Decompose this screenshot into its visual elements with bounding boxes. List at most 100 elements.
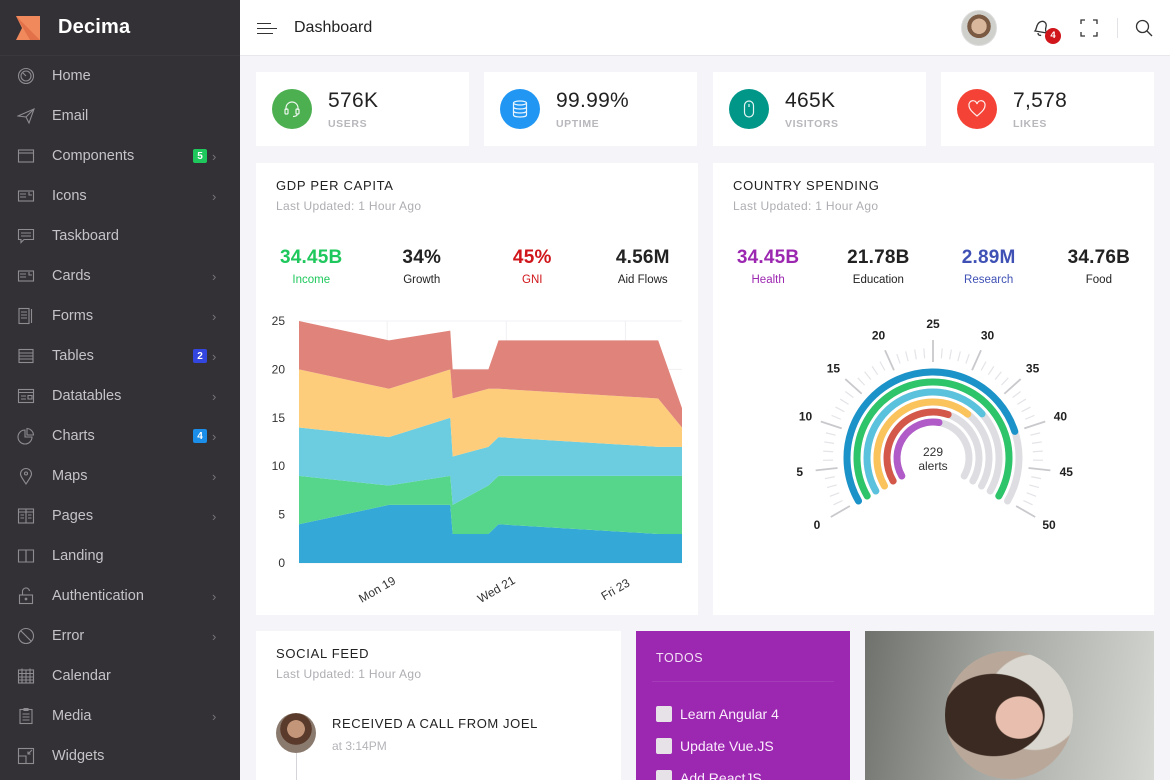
brand[interactable]: Decima (0, 0, 240, 56)
gauge-minor-tick (835, 406, 845, 413)
chevron-right-icon: › (212, 468, 217, 484)
x-tick-label: Mon 19 (356, 573, 398, 605)
sidebar-item-datatables[interactable]: Datatables › (0, 376, 240, 416)
gauge-minor-tick (825, 432, 836, 436)
gauge-minor-tick (1032, 450, 1043, 453)
gauge-tick-label: 40 (1054, 410, 1068, 424)
gauge-minor-tick (965, 353, 970, 364)
todo-label: Add ReactJS (680, 770, 762, 780)
stat-value: 99.99% (556, 88, 630, 112)
stat-card-users: 576K USERS (256, 72, 469, 146)
fullscreen-button[interactable] (1079, 18, 1099, 38)
todo-label: Update Vue.JS (680, 738, 774, 754)
feed-item[interactable]: RECEIVED A CALL FROM JOEL at 3:14PM (276, 713, 538, 753)
sidebar-item-label: Error (52, 628, 85, 644)
sidebar-item-forms[interactable]: Forms › (0, 296, 240, 336)
y-tick-label: 20 (272, 362, 286, 376)
stat-label: LIKES (1013, 117, 1047, 130)
brand-name: Decima (58, 16, 131, 38)
gauge-tick-label: 10 (799, 410, 813, 424)
gauge-minor-tick (1030, 432, 1041, 436)
y-tick-label: 25 (272, 314, 286, 328)
sidebar-item-maps[interactable]: Maps › (0, 456, 240, 496)
gauge-minor-tick (980, 361, 987, 371)
gauge-tick-label: 15 (827, 361, 841, 375)
sidebar-item-taskboard[interactable]: Taskboard (0, 216, 240, 256)
brand-logo-icon (16, 15, 40, 40)
gauge-minor-tick (1012, 391, 1021, 399)
open-book-icon (17, 547, 35, 565)
chevron-right-icon: › (212, 268, 217, 284)
gauge-minor-tick (824, 441, 835, 444)
sidebar-badge: 4 (193, 429, 207, 443)
gauge-minor-tick (839, 398, 849, 405)
profile-photo[interactable] (945, 651, 1073, 779)
sidebar-item-landing[interactable]: Landing (0, 536, 240, 576)
gauge-minor-tick (940, 348, 943, 359)
gauge-minor-tick (1026, 492, 1037, 497)
chevron-right-icon: › (212, 348, 217, 364)
menu-toggle-button[interactable] (257, 21, 277, 35)
sidebar-item-label: Icons (52, 188, 87, 204)
timeline-line (296, 753, 297, 780)
dashboard-gauge-icon (17, 67, 35, 85)
gauge-minor-tick (1023, 500, 1033, 506)
gauge-tick-label: 45 (1060, 465, 1074, 479)
sidebar-item-calendar[interactable]: Calendar (0, 656, 240, 696)
gauge-minor-tick (831, 414, 842, 420)
gauge-major-tick (830, 505, 851, 518)
sidebar: Decima Home Email Components 5 › Icons › Taskbo… (0, 0, 240, 780)
map-pin-icon (17, 467, 35, 485)
sidebar-item-icons[interactable]: Icons › (0, 176, 240, 216)
gauge-major-tick (971, 349, 982, 371)
stat-value: 7,578 (1013, 88, 1068, 112)
pie-chart-icon (17, 427, 35, 445)
sidebar-item-error[interactable]: Error › (0, 616, 240, 656)
todo-checkbox[interactable] (656, 706, 672, 722)
chevron-right-icon: › (212, 428, 217, 444)
sidebar-item-tables[interactable]: Tables 2 › (0, 336, 240, 376)
gauge-tick-label: 0 (814, 518, 821, 532)
sidebar-item-cards[interactable]: Cards › (0, 256, 240, 296)
sidebar-item-label: Home (52, 68, 91, 84)
gauge-minor-tick (896, 353, 901, 364)
todo-item[interactable]: Update Vue.JS (656, 738, 774, 754)
headset-icon (272, 89, 312, 129)
notifications-button[interactable]: 4 (1031, 18, 1061, 44)
gauge-minor-tick (1024, 414, 1035, 420)
sidebar-item-components[interactable]: Components 5 › (0, 136, 240, 176)
gauge-minor-tick (1017, 398, 1027, 405)
sidebar-item-label: Email (52, 108, 89, 124)
todo-item[interactable]: Learn Angular 4 (656, 706, 779, 722)
chat-bubble-icon (17, 227, 35, 245)
search-button[interactable] (1134, 18, 1154, 38)
user-avatar[interactable] (961, 9, 997, 46)
gauge-major-tick (1024, 420, 1046, 430)
todo-checkbox[interactable] (656, 770, 672, 780)
gauge-minor-tick (857, 377, 865, 386)
database-icon (500, 89, 540, 129)
sidebar-item-home[interactable]: Home (0, 56, 240, 96)
sidebar-item-widgets[interactable]: Widgets (0, 736, 240, 776)
sidebar-item-pages[interactable]: Pages › (0, 496, 240, 536)
sidebar-item-media[interactable]: Media › (0, 696, 240, 736)
clipboard-icon (17, 707, 35, 725)
panel-subtitle: Last Updated: 1 Hour Ago (276, 667, 422, 681)
sidebar-item-label: Authentication (52, 588, 144, 604)
form-document-icon (17, 307, 35, 325)
sidebar-item-email[interactable]: Email (0, 96, 240, 136)
stat-value: 576K (328, 88, 379, 112)
datatable-icon (17, 387, 35, 405)
sidebar-item-label: Calendar (52, 668, 111, 684)
todo-item[interactable]: Add ReactJS (656, 770, 762, 780)
gauge-center-label: alerts (918, 459, 947, 473)
y-tick-label: 5 (278, 508, 285, 522)
sidebar-item-charts[interactable]: Charts 4 › (0, 416, 240, 456)
sidebar-item-label: Widgets (52, 748, 105, 764)
sidebar-item-authentication[interactable]: Authentication › (0, 576, 240, 616)
gauge-minor-tick (829, 492, 840, 497)
sidebar-nav: Home Email Components 5 › Icons › Taskboard Card… (0, 56, 240, 776)
sidebar-item-label: Charts (52, 428, 95, 444)
y-tick-label: 0 (278, 556, 285, 570)
todo-checkbox[interactable] (656, 738, 672, 754)
